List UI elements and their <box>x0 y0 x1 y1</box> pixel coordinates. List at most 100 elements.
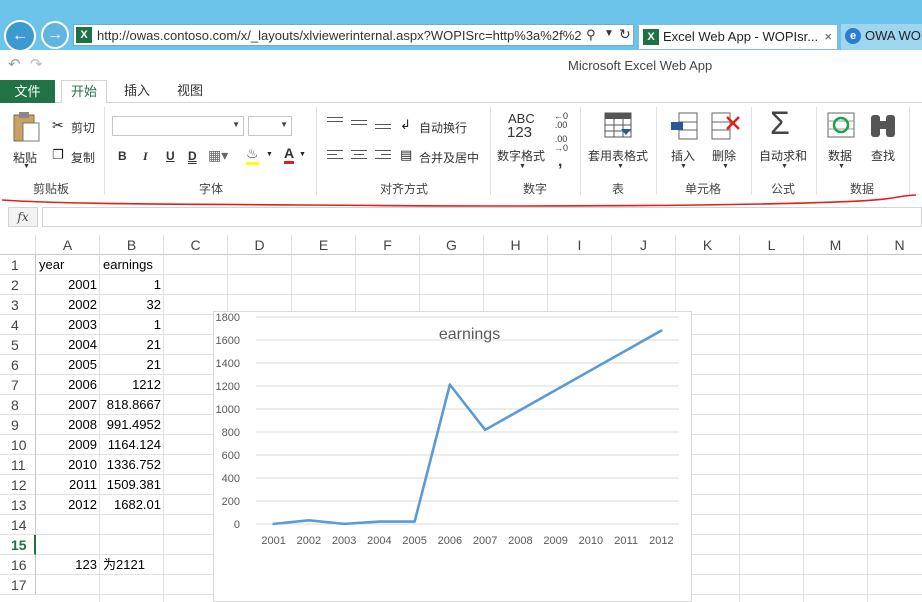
search-icon[interactable]: ⚲ <box>586 27 596 43</box>
font-size-select[interactable]: ▼ <box>248 116 292 136</box>
copy-button[interactable]: ❐ 复制 <box>52 147 102 165</box>
formula-input[interactable] <box>42 207 922 227</box>
bold-button[interactable]: B <box>118 149 127 163</box>
browser-tab-excel[interactable]: X Excel Web App - WOPIsr... × <box>638 24 838 50</box>
underline-button[interactable]: U <box>166 149 175 163</box>
cell-a16[interactable]: 123 <box>36 555 100 575</box>
paste-button[interactable]: 粘贴 ▼ <box>8 109 46 171</box>
close-icon[interactable]: × <box>824 25 832 49</box>
number-format-button[interactable]: ABC 123 数字格式 ▼ <box>494 109 550 171</box>
format-as-table-button[interactable]: 套用表格式 ▼ <box>586 109 652 171</box>
address-bar[interactable]: X http://owas.contoso.com/x/_layouts/xlv… <box>73 24 634 46</box>
italic-button[interactable]: I <box>143 149 148 164</box>
cell-b1[interactable]: earnings <box>100 255 164 275</box>
column-header-a[interactable]: A <box>36 235 100 255</box>
merge-center-button[interactable]: ▤ 合并及居中 <box>400 147 485 165</box>
cell-b9[interactable]: 991.4952 <box>100 415 164 435</box>
fill-color-icon[interactable]: ♨ <box>246 145 259 165</box>
cell-b10[interactable]: 1164.124 <box>100 435 164 455</box>
column-header-n[interactable]: N <box>868 235 922 255</box>
undo-icon[interactable]: ↶ <box>8 55 21 73</box>
align-right-icon[interactable] <box>375 150 391 161</box>
cell-a10[interactable]: 2009 <box>36 435 100 455</box>
column-header-l[interactable]: L <box>740 235 804 255</box>
column-header-g[interactable]: G <box>420 235 484 255</box>
cell-a12[interactable]: 2011 <box>36 475 100 495</box>
row-header-9[interactable]: 9 <box>0 415 36 435</box>
cell-b2[interactable]: 1 <box>100 275 164 295</box>
delete-cells-button[interactable]: 删除 ▼ <box>706 109 746 171</box>
cell-b4[interactable]: 1 <box>100 315 164 335</box>
tab-file[interactable]: 文件 <box>0 80 55 103</box>
chevron-down-icon[interactable]: ▼ <box>604 28 614 39</box>
row-header-10[interactable]: 10 <box>0 435 36 455</box>
row-header-15[interactable]: 15 <box>0 535 36 555</box>
column-header-b[interactable]: B <box>100 235 164 255</box>
row-header-11[interactable]: 11 <box>0 455 36 475</box>
row-header-16[interactable]: 16 <box>0 555 36 575</box>
select-all-corner[interactable] <box>0 235 36 255</box>
column-header-h[interactable]: H <box>484 235 548 255</box>
double-underline-button[interactable]: D <box>188 149 197 163</box>
cell-b11[interactable]: 1336.752 <box>100 455 164 475</box>
line-chart[interactable]: 0 200 400 600 800 1000 1200 1400 1600 1800 2001 200… <box>213 311 692 602</box>
column-header-c[interactable]: C <box>164 235 228 255</box>
cell-b16[interactable]: 为2121 <box>100 555 164 575</box>
wrap-text-button[interactable]: ↲ 自动换行 <box>400 117 480 135</box>
cell-b12[interactable]: 1509.381 <box>100 475 164 495</box>
row-header-6[interactable]: 6 <box>0 355 36 375</box>
column-header-f[interactable]: F <box>356 235 420 255</box>
cell-b5[interactable]: 21 <box>100 335 164 355</box>
cell-a2[interactable]: 2001 <box>36 275 100 295</box>
font-name-select[interactable]: ▼ <box>112 116 244 136</box>
fx-icon[interactable]: fx <box>8 207 38 227</box>
column-header-i[interactable]: I <box>548 235 612 255</box>
comma-style-icon[interactable]: , <box>558 153 562 171</box>
data-button[interactable]: 数据 ▼ <box>822 109 862 171</box>
tab-insert[interactable]: 插入 <box>117 80 157 104</box>
cell-a9[interactable]: 2008 <box>36 415 100 435</box>
tab-home[interactable]: 开始 <box>61 80 107 104</box>
row-header-13[interactable]: 13 <box>0 495 36 515</box>
decrease-decimal-icon[interactable]: ←0.00 <box>554 112 568 130</box>
cell-a3[interactable]: 2002 <box>36 295 100 315</box>
chevron-down-icon[interactable]: ▼ <box>299 151 306 158</box>
row-header-14[interactable]: 14 <box>0 515 36 535</box>
cell-a13[interactable]: 2012 <box>36 495 100 515</box>
cell-a7[interactable]: 2006 <box>36 375 100 395</box>
insert-cells-button[interactable]: 插入 ▼ <box>664 109 704 171</box>
browser-tab-owa[interactable]: e OWA WOP <box>841 24 922 50</box>
refresh-icon[interactable]: ↻ <box>619 26 631 43</box>
align-middle-icon[interactable] <box>351 120 367 131</box>
row-header-3[interactable]: 3 <box>0 295 36 315</box>
cell-a5[interactable]: 2004 <box>36 335 100 355</box>
column-header-d[interactable]: D <box>228 235 292 255</box>
cell-b6[interactable]: 21 <box>100 355 164 375</box>
row-header-4[interactable]: 4 <box>0 315 36 335</box>
row-header-5[interactable]: 5 <box>0 335 36 355</box>
row-header-1[interactable]: 1 <box>0 255 36 275</box>
cell-a1[interactable]: year <box>36 255 100 275</box>
find-button[interactable]: 查找 <box>866 109 902 171</box>
align-bottom-icon[interactable] <box>375 124 391 135</box>
cell-b3[interactable]: 32 <box>100 295 164 315</box>
align-center-icon[interactable] <box>351 150 367 161</box>
borders-icon[interactable]: ▦▾ <box>208 147 228 164</box>
column-header-e[interactable]: E <box>292 235 356 255</box>
cut-button[interactable]: ✂ 剪切 <box>52 117 102 135</box>
align-top-icon[interactable] <box>327 117 343 128</box>
redo-icon[interactable]: ↷ <box>30 55 43 73</box>
font-color-icon[interactable]: A <box>284 145 295 164</box>
address-text[interactable]: http://owas.contoso.com/x/_layouts/xlvie… <box>97 28 581 43</box>
cell-b7[interactable]: 1212 <box>100 375 164 395</box>
row-header-8[interactable]: 8 <box>0 395 36 415</box>
row-header-17[interactable]: 17 <box>0 575 36 595</box>
back-button[interactable]: ← <box>4 20 36 52</box>
increase-decimal-icon[interactable]: .00 →0 <box>554 135 568 153</box>
column-header-m[interactable]: M <box>804 235 868 255</box>
cell-b8[interactable]: 818.8667 <box>100 395 164 415</box>
cell-a6[interactable]: 2005 <box>36 355 100 375</box>
tab-view[interactable]: 视图 <box>170 80 210 104</box>
column-header-k[interactable]: K <box>676 235 740 255</box>
forward-button[interactable]: → <box>41 21 69 49</box>
